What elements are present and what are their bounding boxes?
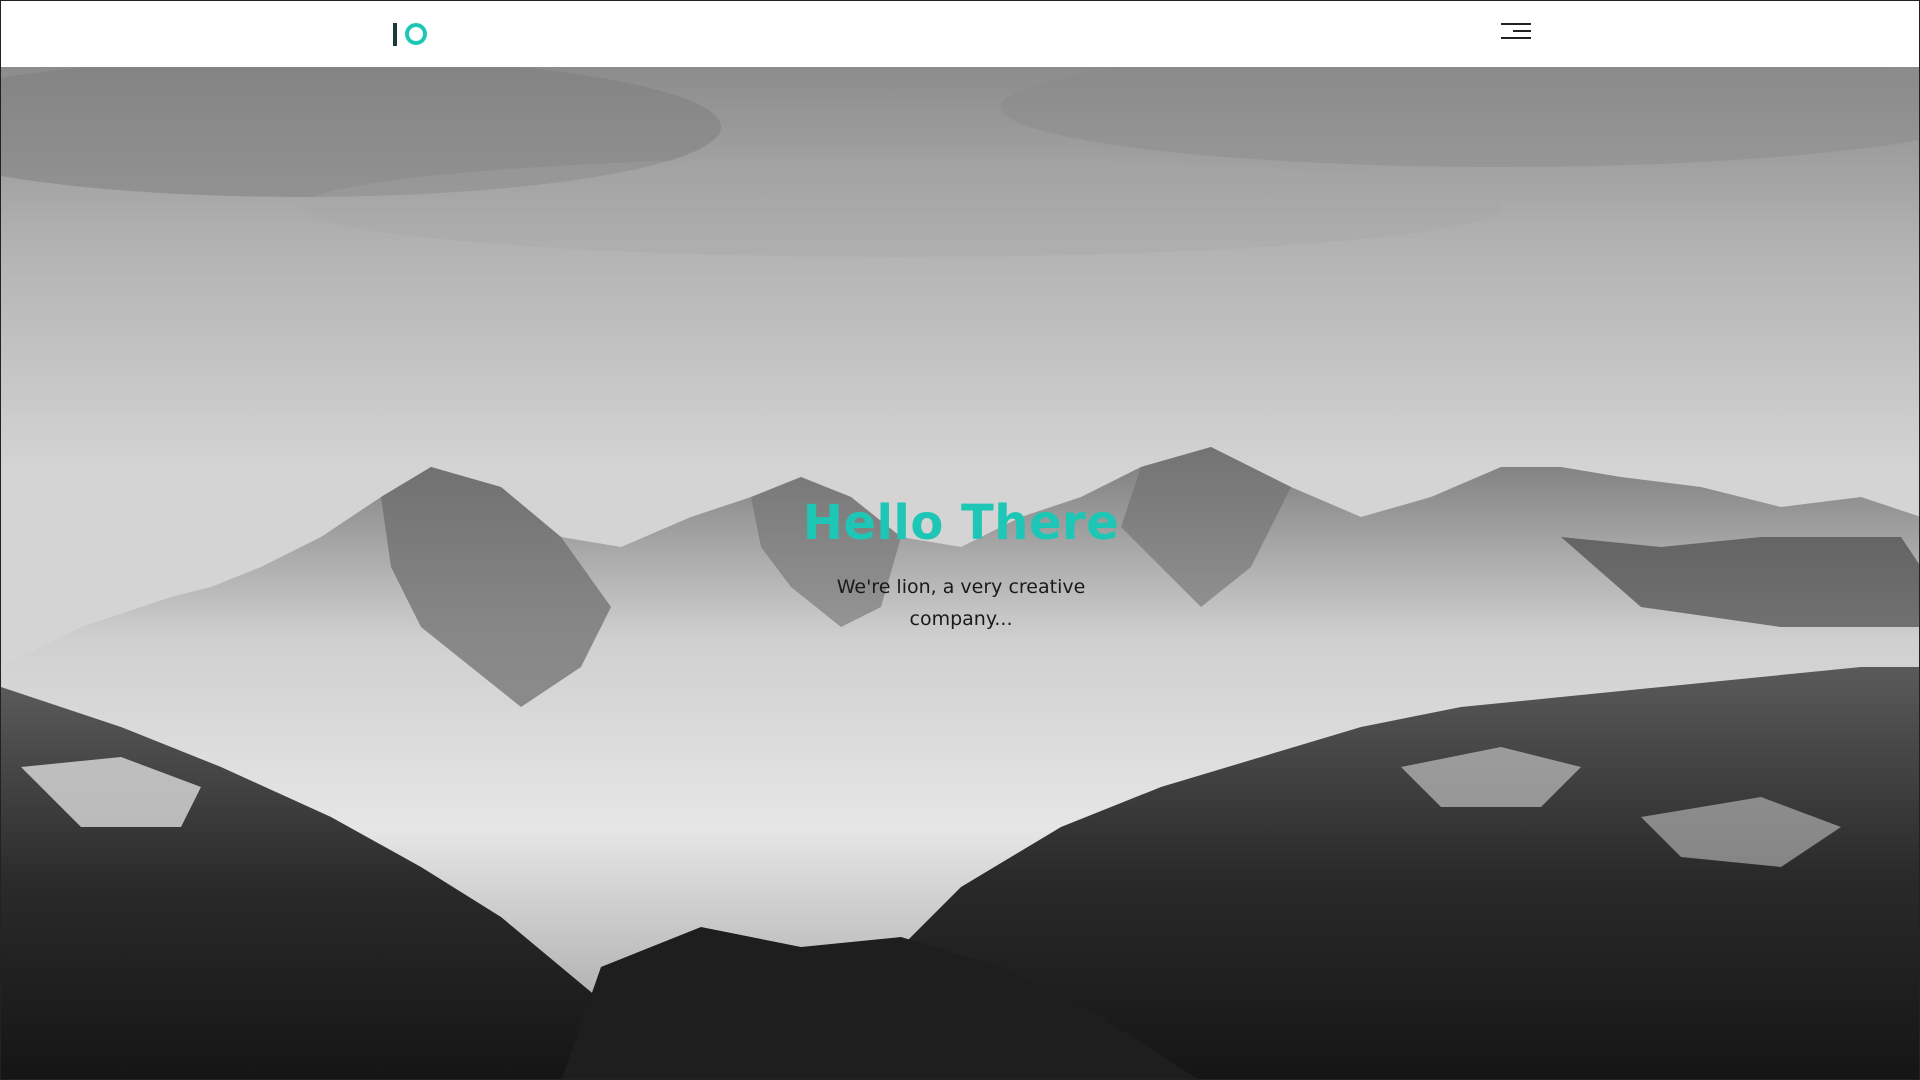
site-header: [1, 1, 1919, 67]
hamburger-menu-icon[interactable]: [1499, 21, 1531, 43]
menu-line: [1501, 37, 1531, 39]
hero-title: Hello There: [802, 495, 1120, 551]
logo-ring-icon: [405, 23, 427, 45]
page: Hello There We're lion, a very creative …: [0, 0, 1920, 1080]
menu-line: [1513, 30, 1531, 32]
logo[interactable]: [393, 21, 427, 47]
menu-line: [1501, 23, 1531, 25]
logo-bar: [393, 22, 397, 46]
hero-subtitle: We're lion, a very creative company...: [836, 576, 1086, 630]
hero-section: Hello There We're lion, a very creative …: [1, 67, 1919, 1079]
hero-content: Hello There We're lion, a very creative …: [1, 67, 1919, 1079]
